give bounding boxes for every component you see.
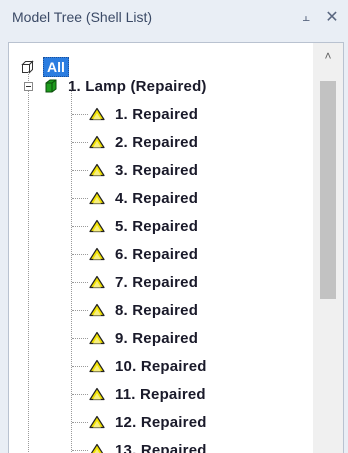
shell-item-label[interactable]: 8. Repaired (115, 302, 198, 319)
tree-connector (72, 394, 88, 395)
tree-model-label[interactable]: 1. Lamp (Repaired) (68, 78, 207, 95)
vertical-scrollbar[interactable]: ˄ (313, 43, 343, 453)
warning-triangle-icon (89, 443, 105, 453)
warning-triangle-icon (89, 191, 105, 205)
tree-connector (72, 226, 88, 227)
scroll-thumb[interactable] (320, 81, 336, 299)
shell-list-item[interactable]: 12. Repaired (89, 408, 207, 436)
shell-list-item[interactable]: 6. Repaired (89, 240, 198, 268)
warning-triangle-icon (89, 219, 105, 233)
tree-connector (72, 198, 88, 199)
warning-triangle-icon (89, 331, 105, 345)
shell-list-item[interactable]: 5. Repaired (89, 212, 198, 240)
tree-connector (72, 310, 88, 311)
tree-content: All 1. Lamp (Repaired) 1. Repaired 2. Re… (9, 43, 313, 453)
shell-list-item[interactable]: 2. Repaired (89, 128, 198, 156)
shell-item-label[interactable]: 4. Repaired (115, 190, 198, 207)
shell-item-label[interactable]: 1. Repaired (115, 106, 198, 123)
warning-triangle-icon (89, 303, 105, 317)
shell-item-label[interactable]: 10. Repaired (115, 358, 207, 375)
shell-list-item[interactable]: 7. Repaired (89, 268, 198, 296)
model-tree-panel: Model Tree (Shell List) ⫠ ✕ All 1. Lamp … (0, 0, 348, 453)
warning-triangle-icon (89, 415, 105, 429)
warning-triangle-icon (89, 135, 105, 149)
tree-connector (72, 450, 88, 451)
shell-item-label[interactable]: 12. Repaired (115, 414, 207, 431)
shell-list-item[interactable]: 11. Repaired (89, 380, 206, 408)
warning-triangle-icon (89, 247, 105, 261)
tree-connector (72, 422, 88, 423)
shell-cube-icon (44, 78, 58, 94)
shell-item-label[interactable]: 3. Repaired (115, 162, 198, 179)
chevron-up-icon[interactable]: ˄ (313, 43, 343, 69)
tree-connector (71, 89, 72, 453)
tree-connector (72, 170, 88, 171)
collapse-toggle[interactable] (24, 82, 33, 91)
shell-list-item[interactable]: 8. Repaired (89, 296, 198, 324)
warning-triangle-icon (89, 107, 105, 121)
shell-list-item[interactable]: 10. Repaired (89, 352, 207, 380)
tree-connector (72, 114, 88, 115)
tree-connector (72, 338, 88, 339)
shell-item-label[interactable]: 5. Repaired (115, 218, 198, 235)
shell-list-item[interactable]: 4. Repaired (89, 184, 198, 212)
shell-list-item[interactable]: 3. Repaired (89, 156, 198, 184)
tree-connector (72, 366, 88, 367)
tree-connector (72, 282, 88, 283)
tree-connector (28, 71, 29, 81)
warning-triangle-icon (89, 163, 105, 177)
warning-triangle-icon (89, 387, 105, 401)
shell-item-label[interactable]: 11. Repaired (115, 386, 206, 403)
shell-list-item[interactable]: 13. Repaired (89, 436, 207, 453)
shell-item-label[interactable]: 7. Repaired (115, 274, 198, 291)
tree-connector (72, 142, 88, 143)
warning-triangle-icon (89, 359, 105, 373)
panel-title: Model Tree (Shell List) (12, 9, 153, 25)
pin-icon[interactable]: ⫠ (296, 7, 316, 27)
panel-titlebar: Model Tree (Shell List) ⫠ ✕ (0, 0, 348, 34)
close-icon[interactable]: ✕ (322, 7, 342, 27)
warning-triangle-icon (89, 275, 105, 289)
tree-view[interactable]: All 1. Lamp (Repaired) 1. Repaired 2. Re… (8, 42, 344, 453)
shell-item-label[interactable]: 2. Repaired (115, 134, 198, 151)
tree-model-row[interactable]: 1. Lamp (Repaired) (44, 72, 207, 100)
shell-item-label[interactable]: 9. Repaired (115, 330, 198, 347)
shell-item-label[interactable]: 13. Repaired (115, 442, 207, 453)
tree-connector (72, 254, 88, 255)
shell-list-item[interactable]: 1. Repaired (89, 100, 198, 128)
tree-connector (28, 91, 29, 453)
shell-list-item[interactable]: 9. Repaired (89, 324, 198, 352)
shell-item-label[interactable]: 6. Repaired (115, 246, 198, 263)
